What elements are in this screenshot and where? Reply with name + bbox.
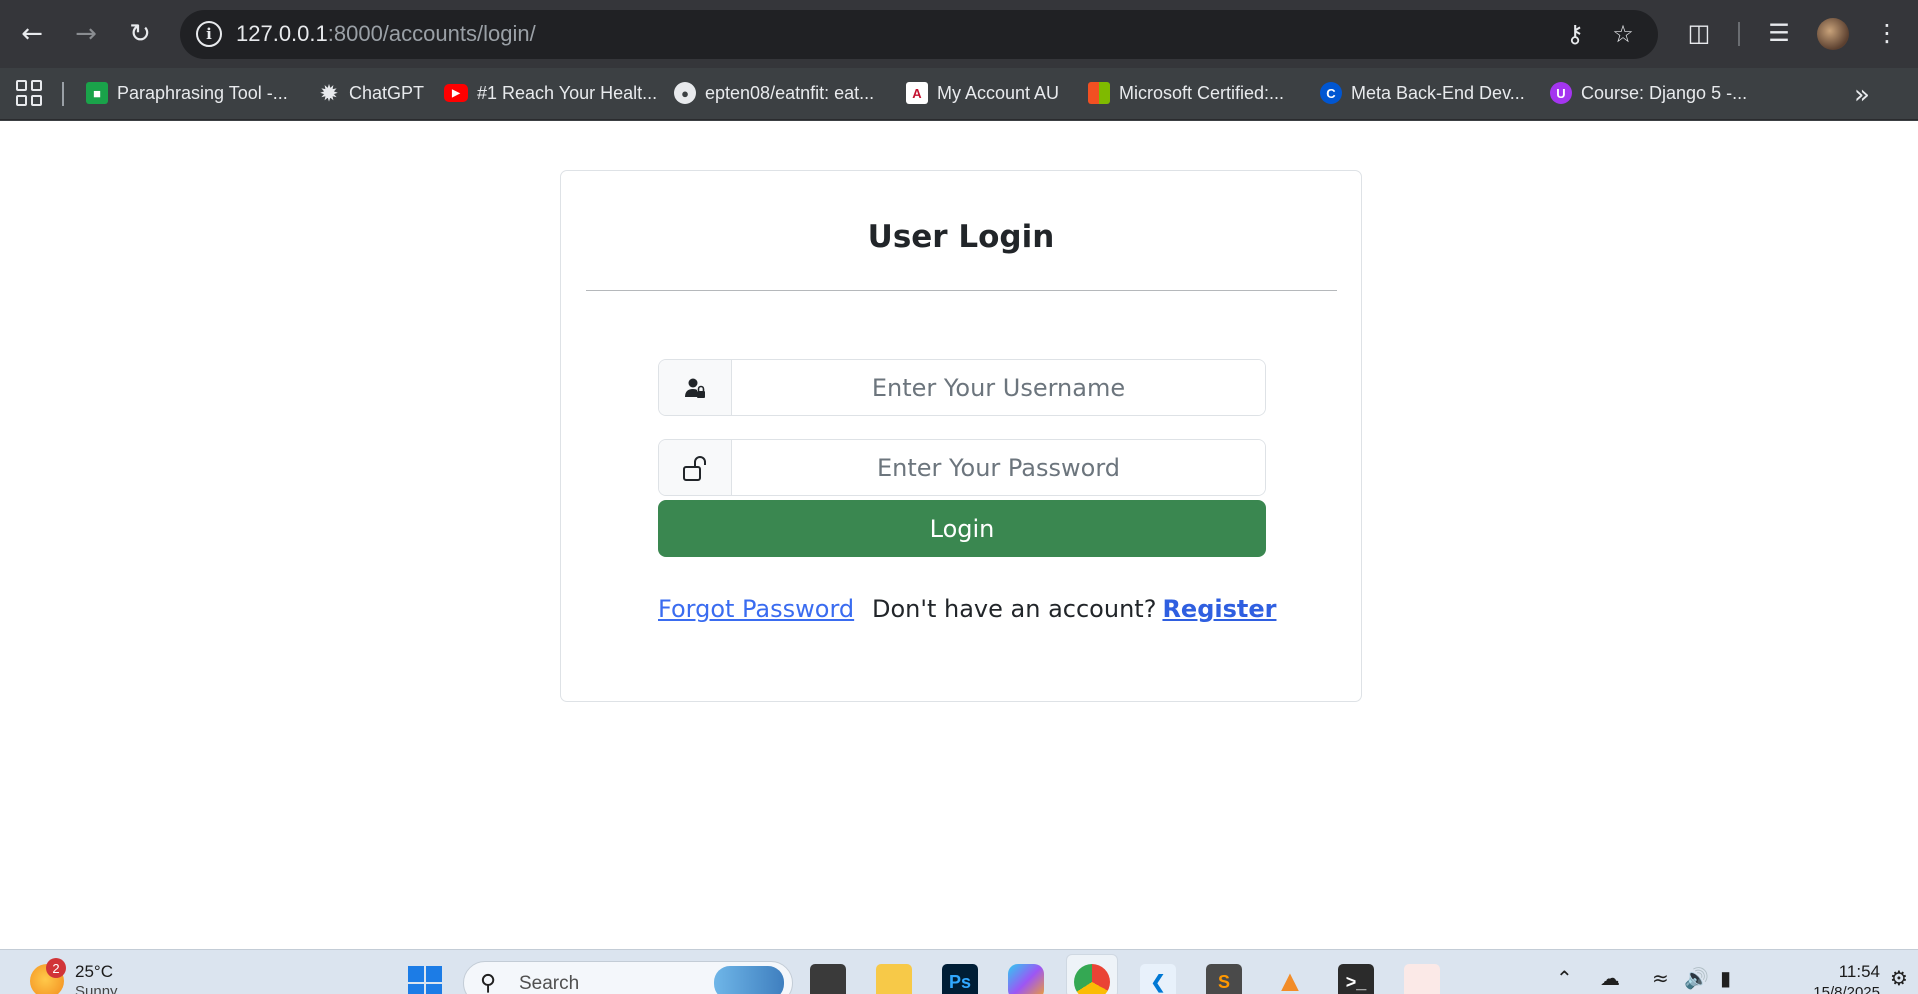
login-button[interactable]: Login [658,500,1266,557]
profile-avatar[interactable] [1817,18,1849,50]
taskbar: 2 25°C Sunny ⚲ Search Ps ❮ S ▲ >_ ⌃ ☁ ≈ … [0,949,1918,994]
reload-icon[interactable]: ↻ [124,18,156,50]
register-link[interactable]: Register [1162,595,1276,623]
password-group [658,439,1266,496]
copilot-icon[interactable] [1008,964,1044,994]
tray-overflow-icon[interactable]: ⌃ [1556,966,1573,990]
address-bar[interactable]: i 127.0.0.1:8000/accounts/login/ ⚷ ☆ [180,10,1658,59]
password-key-icon[interactable]: ⚷ [1560,20,1590,48]
sublime-text-icon[interactable]: S [1206,964,1242,994]
coursera-icon: C [1320,82,1342,104]
bookmark-chatgpt[interactable]: ✹ ChatGPT [318,78,424,108]
media-queue-icon[interactable]: ☰ [1762,16,1796,50]
bookmark-label: epten08/eatnfit: eat... [705,82,875,103]
bookmark-my-account-au[interactable]: A My Account AU [906,78,1059,108]
site-info-icon[interactable]: i [196,21,222,47]
bookmark-meta-backend[interactable]: C Meta Back-End Dev... [1320,78,1525,108]
no-account-text: Don't have an account? [872,595,1157,623]
weather-badge: 2 [46,958,66,978]
onedrive-icon[interactable]: ☁ [1600,966,1620,990]
bookmark-label: ChatGPT [349,82,425,103]
user-lock-icon [659,360,732,415]
bookmark-label: Course: Django 5 -... [1581,82,1748,103]
paraphrasing-tool-icon: ■ [86,82,108,104]
bookmark-paraphrasing-tool[interactable]: ■ Paraphrasing Tool -... [86,78,288,108]
search-icon: ⚲ [480,971,497,994]
calendar-app-icon[interactable] [1404,964,1440,994]
battery-icon[interactable]: ▮ [1720,966,1731,990]
photoshop-icon[interactable]: Ps [942,964,978,994]
toolbar-divider [1738,22,1740,46]
notifications-icon[interactable]: ⚙ [1890,966,1908,990]
udemy-icon: U [1550,82,1572,104]
vlc-icon[interactable]: ▲ [1272,964,1308,994]
weather-temperature[interactable]: 25°C [75,962,113,982]
bookmarks-bar: ■ Paraphrasing Tool -... ✹ ChatGPT ▶ #1 … [0,68,1918,120]
bookmark-youtube[interactable]: ▶ #1 Reach Your Healt... [444,78,657,108]
url-host: 127.0.0.1 [236,21,328,46]
username-input[interactable] [732,360,1265,415]
bookmark-github[interactable]: ● epten08/eatnfit: eat... [674,78,874,108]
clock-time[interactable]: 11:54 [1810,962,1880,982]
microsoft-icon [1088,82,1110,104]
chrome-icon[interactable] [1074,964,1110,994]
search-label: Search [519,973,580,994]
weather-condition[interactable]: Sunny [75,983,118,994]
page-title: User Login [867,219,1055,255]
bookmark-label: Paraphrasing Tool -... [117,82,288,103]
browser-chrome: ← → ↻ i 127.0.0.1:8000/accounts/login/ ⚷… [0,0,1918,121]
bookmarks-divider [62,82,64,106]
more-bookmarks-icon[interactable]: » [1854,80,1870,110]
url-path: :8000/accounts/login/ [327,21,536,46]
extensions-icon[interactable]: ◫ [1682,16,1716,50]
bookmark-label: #1 Reach Your Healt... [477,82,658,103]
terminal-icon[interactable]: >_ [1338,964,1374,994]
task-view-icon[interactable] [810,964,846,994]
bookmark-django[interactable]: U Course: Django 5 -... [1550,78,1747,108]
vscode-icon[interactable]: ❮ [1140,964,1176,994]
volume-icon[interactable]: 🔊 [1684,966,1709,990]
wifi-icon[interactable]: ≈ [1652,966,1669,990]
bookmark-star-icon[interactable]: ☆ [1608,20,1638,48]
username-group [658,359,1266,416]
bookmark-label: Microsoft Certified:... [1119,82,1285,103]
url-text[interactable]: 127.0.0.1:8000/accounts/login/ [236,21,536,47]
back-icon[interactable]: ← [16,18,48,50]
youtube-icon: ▶ [444,84,468,102]
bookmark-label: Meta Back-End Dev... [1351,82,1525,103]
forward-icon[interactable]: → [70,18,102,50]
search-highlight-image [714,966,784,994]
au-icon: A [906,82,928,104]
apps-grid-icon[interactable] [16,80,42,106]
bookmark-microsoft[interactable]: Microsoft Certified:... [1088,78,1284,108]
clock-date[interactable]: 15/8/2025 [1760,984,1880,994]
taskbar-search[interactable]: ⚲ Search [463,961,793,994]
page-content: User Login Login Forgot Password Don't h… [0,121,1918,949]
browser-toolbar: ← → ↻ i 127.0.0.1:8000/accounts/login/ ⚷… [0,0,1918,68]
menu-kebab-icon[interactable]: ⋮ [1870,16,1904,50]
register-prompt: Don't have an account? Register [872,595,1276,623]
bookmark-label: My Account AU [937,82,1060,103]
password-input[interactable] [732,440,1265,495]
start-button[interactable] [408,966,442,994]
login-links: Forgot Password Don't have an account? Re… [658,595,1276,629]
unlock-icon [659,440,732,495]
chatgpt-icon: ✹ [320,82,338,105]
forgot-password-link[interactable]: Forgot Password [658,595,854,623]
github-icon: ● [674,82,696,104]
file-explorer-icon[interactable] [876,964,912,994]
login-card: User Login Login Forgot Password Don't h… [560,170,1362,702]
title-divider [586,290,1337,291]
